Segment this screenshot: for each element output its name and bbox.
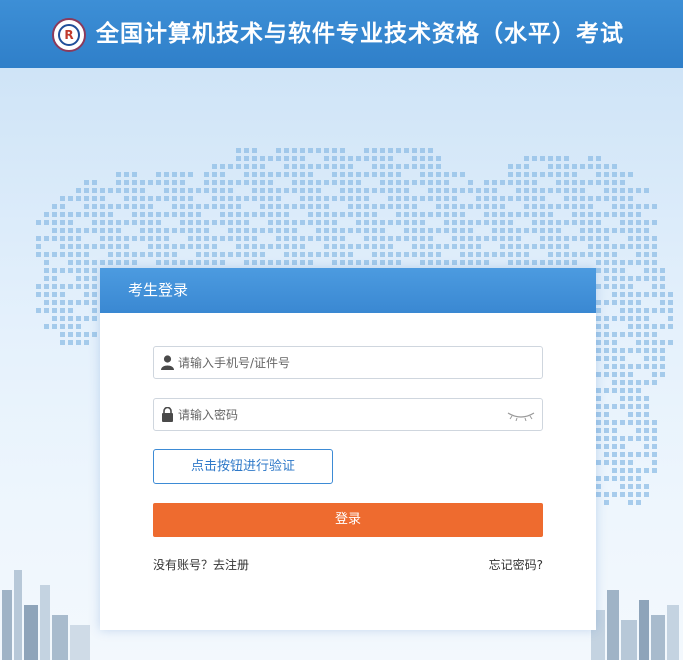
- city-skyline-left: [2, 570, 90, 660]
- password-field[interactable]: [153, 398, 543, 431]
- login-card-header: 考生登录: [100, 268, 596, 313]
- city-skyline-right: [591, 590, 679, 660]
- site-title: 全国计算机技术与软件专业技术资格（水平）考试: [96, 21, 624, 47]
- eye-closed-icon[interactable]: [506, 409, 536, 421]
- verify-button[interactable]: 点击按钮进行验证: [153, 449, 333, 484]
- account-input[interactable]: [178, 347, 508, 378]
- password-input[interactable]: [178, 399, 508, 430]
- forgot-password-link[interactable]: 忘记密码?: [489, 556, 543, 573]
- lock-icon: [162, 407, 173, 422]
- account-field[interactable]: [153, 346, 543, 379]
- login-title: 考生登录: [128, 281, 189, 299]
- login-card: 考生登录 点击按钮进行验证 登录 没有账号？去注册 忘记密码?: [100, 268, 596, 630]
- exam-logo-icon: R: [52, 18, 86, 52]
- register-link[interactable]: 没有账号？去注册: [153, 556, 249, 573]
- site-header: R 全国计算机技术与软件专业技术资格（水平）考试: [0, 0, 683, 68]
- user-icon: [161, 355, 174, 370]
- login-button[interactable]: 登录: [153, 503, 543, 537]
